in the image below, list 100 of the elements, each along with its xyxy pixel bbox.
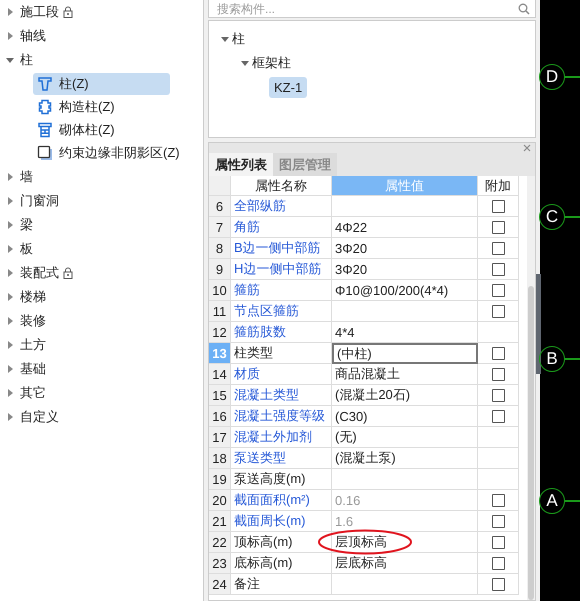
- header-cell: 附加: [478, 176, 519, 196]
- row-number: 9: [209, 259, 231, 280]
- caret-icon[interactable]: [6, 245, 14, 253]
- table-cell: 1.6: [332, 511, 478, 532]
- tree-item[interactable]: 板: [20, 240, 33, 258]
- checkbox[interactable]: [492, 536, 504, 548]
- scrollbar[interactable]: [527, 176, 535, 600]
- checkbox[interactable]: [492, 346, 504, 360]
- table-cell: 层底标高: [332, 553, 478, 574]
- checkbox[interactable]: [492, 304, 504, 318]
- table-cell: 混凝土强度等级: [231, 406, 332, 427]
- tree-item[interactable]: 砌体柱(Z): [33, 119, 170, 141]
- row-number: 8: [209, 238, 231, 259]
- caret-icon[interactable]: [6, 32, 14, 40]
- tree-item[interactable]: 框架柱: [252, 54, 291, 72]
- checkbox[interactable]: [492, 284, 504, 296]
- tree-item[interactable]: 自定义: [20, 408, 59, 426]
- row-number: 21: [209, 511, 231, 532]
- checkbox[interactable]: [492, 514, 504, 528]
- table-cell: (混凝土泵): [332, 448, 478, 469]
- puzzle-column-icon: [37, 99, 53, 115]
- lock-icon: [63, 267, 73, 279]
- tree-item[interactable]: 柱: [20, 51, 33, 69]
- tree-item[interactable]: 楼梯: [20, 288, 46, 306]
- row-number: 15: [209, 385, 231, 406]
- checkbox[interactable]: [492, 388, 504, 402]
- axis-line: [565, 76, 580, 78]
- search-field[interactable]: 搜索构件...: [208, 0, 536, 18]
- tree-item[interactable]: 其它: [20, 384, 46, 402]
- row-number: 16: [209, 406, 231, 427]
- checkbox[interactable]: [492, 220, 504, 234]
- tree-item[interactable]: 装修: [20, 312, 46, 330]
- checkbox[interactable]: [492, 262, 504, 276]
- tree-item[interactable]: 基础: [20, 360, 46, 378]
- row-number: 19: [209, 469, 231, 490]
- row-number: 24: [209, 574, 231, 595]
- caret-icon[interactable]: [6, 221, 14, 229]
- table-cell: 底标高(m): [231, 553, 332, 574]
- row-number: 10: [209, 280, 231, 301]
- row-number: 7: [209, 217, 231, 238]
- tree-item[interactable]: 门窗洞: [20, 192, 59, 210]
- axis-line: [565, 216, 580, 218]
- tree-item[interactable]: 墙: [20, 168, 33, 186]
- tree-item[interactable]: 柱(Z): [33, 73, 170, 95]
- table-cell: 全部纵筋: [231, 196, 332, 217]
- caret-icon[interactable]: [6, 173, 14, 181]
- caret-icon[interactable]: [6, 413, 14, 421]
- caret-icon[interactable]: [6, 56, 14, 64]
- table-cell: [478, 448, 519, 469]
- table-cell: 0.16: [332, 490, 478, 511]
- checkbox[interactable]: [492, 410, 504, 422]
- checkbox[interactable]: [492, 368, 504, 380]
- caret-icon[interactable]: [6, 269, 14, 277]
- header-cell: 属性值: [332, 176, 478, 196]
- tree-item[interactable]: 装配式: [20, 264, 59, 282]
- row-number: 18: [209, 448, 231, 469]
- caret-icon[interactable]: [6, 197, 14, 205]
- checkbox[interactable]: [492, 578, 504, 590]
- caret-icon[interactable]: [6, 293, 14, 301]
- tree-item[interactable]: 土方: [20, 336, 46, 354]
- table-cell: (无): [332, 427, 478, 448]
- search-icon[interactable]: [518, 3, 530, 15]
- tree-item[interactable]: 柱: [232, 30, 245, 48]
- checkbox[interactable]: [492, 200, 504, 212]
- tree-item[interactable]: KZ-1: [269, 76, 308, 98]
- row-number: 22: [209, 532, 231, 553]
- checkbox[interactable]: [492, 556, 504, 570]
- caret-icon[interactable]: [241, 59, 249, 67]
- row-number: 20: [209, 490, 231, 511]
- splitter-handle[interactable]: [536, 274, 541, 374]
- tree-item[interactable]: 梁: [20, 216, 33, 234]
- checkbox[interactable]: [492, 242, 504, 254]
- tab[interactable]: 属性列表: [209, 153, 273, 176]
- table-cell: 混凝土外加剂: [231, 427, 332, 448]
- table-cell: 3Φ20: [332, 259, 478, 280]
- table-cell: 泵送类型: [231, 448, 332, 469]
- checkbox[interactable]: [492, 494, 504, 506]
- caret-icon[interactable]: [6, 317, 14, 325]
- caret-icon[interactable]: [221, 35, 229, 43]
- row-number: 11: [209, 301, 231, 322]
- tree-item[interactable]: 约束边缘非阴影区(Z): [33, 142, 184, 164]
- table-cell: 柱类型: [231, 343, 332, 364]
- caret-icon[interactable]: [6, 365, 14, 373]
- table-cell: 泵送高度(m): [231, 469, 332, 490]
- tree-item[interactable]: 施工段: [20, 3, 59, 21]
- table-cell: 角筋: [231, 217, 332, 238]
- row-number: 6: [209, 196, 231, 217]
- close-icon[interactable]: [523, 144, 531, 152]
- table-cell: (中柱): [332, 343, 478, 364]
- axis-bubble: A: [539, 488, 565, 514]
- scrollbar-thumb[interactable]: [528, 286, 534, 600]
- axis-bubble: B: [539, 346, 565, 372]
- caret-icon[interactable]: [6, 8, 14, 16]
- caret-icon[interactable]: [6, 341, 14, 349]
- table-cell: 节点区箍筋: [231, 301, 332, 322]
- caret-icon[interactable]: [6, 389, 14, 397]
- row-number: 23: [209, 553, 231, 574]
- table-cell: 商品混凝土: [332, 364, 478, 385]
- tree-item[interactable]: 构造柱(Z): [33, 96, 170, 118]
- tree-item[interactable]: 轴线: [20, 27, 46, 45]
